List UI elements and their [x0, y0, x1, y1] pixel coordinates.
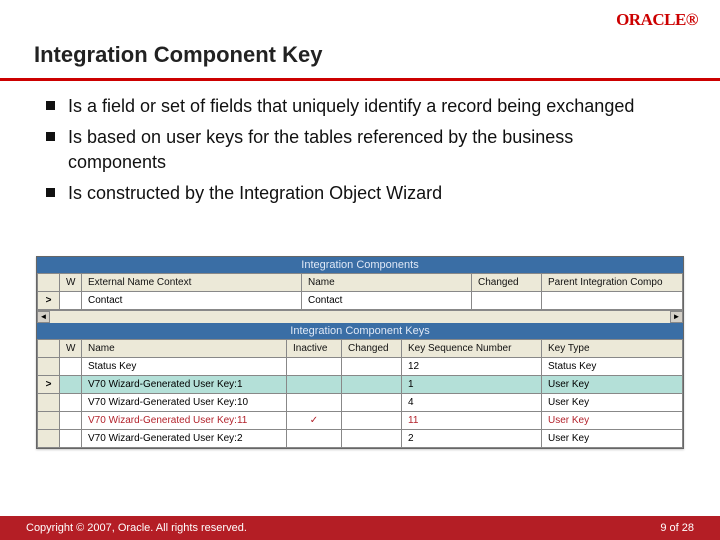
row-selector: >: [38, 376, 60, 394]
screenshot-panel: Integration Components W External Name C…: [36, 256, 684, 449]
cell-w: [60, 292, 82, 310]
bullet-item: Is based on user keys for the tables ref…: [46, 125, 666, 174]
bullet-list: Is a field or set of fields that uniquel…: [46, 94, 666, 212]
cell-inactive: [287, 430, 342, 448]
cell-key-seq: 11: [402, 412, 542, 430]
col-w: W: [60, 274, 82, 292]
col-selector: [38, 340, 60, 358]
scroll-left-icon[interactable]: ◄: [37, 311, 50, 323]
bullet-item: Is a field or set of fields that uniquel…: [46, 94, 666, 118]
col-external-name: External Name Context: [82, 274, 302, 292]
oracle-logo: ORACLE®: [616, 10, 698, 30]
copyright-text: Copyright © 2007, Oracle. All rights res…: [26, 522, 247, 534]
row-selector: [38, 412, 60, 430]
cell-w: [60, 376, 82, 394]
cell-name: V70 Wizard-Generated User Key:10: [82, 394, 287, 412]
cell-changed: [342, 430, 402, 448]
slide-title: Integration Component Key: [34, 42, 322, 68]
col-inactive: Inactive: [287, 340, 342, 358]
integration-component-keys-table: W Name Inactive Changed Key Sequence Num…: [37, 339, 683, 448]
cell-key-type: User Key: [542, 412, 683, 430]
cell-key-type: User Key: [542, 394, 683, 412]
row-selector: [38, 394, 60, 412]
cell-name: V70 Wizard-Generated User Key:1: [82, 376, 287, 394]
cell-key-seq: 4: [402, 394, 542, 412]
cell-name: Contact: [302, 292, 472, 310]
col-changed: Changed: [472, 274, 542, 292]
col-name: Name: [302, 274, 472, 292]
page-number: 9 of 28: [660, 522, 694, 534]
col-name: Name: [82, 340, 287, 358]
cell-w: [60, 430, 82, 448]
table-row[interactable]: Status Key12Status Key: [38, 358, 683, 376]
cell-key-seq: 12: [402, 358, 542, 376]
cell-inactive: [287, 394, 342, 412]
slide-footer: Copyright © 2007, Oracle. All rights res…: [0, 516, 720, 540]
table-row[interactable]: V70 Wizard-Generated User Key:2 2User Key: [38, 430, 683, 448]
cell-changed: [342, 412, 402, 430]
bullet-item: Is constructed by the Integration Object…: [46, 181, 666, 205]
row-selector: [38, 430, 60, 448]
cell-inactive: [287, 376, 342, 394]
cell-external-name: Contact: [82, 292, 302, 310]
title-divider: [0, 78, 720, 81]
cell-key-type: User Key: [542, 430, 683, 448]
row-selector[interactable]: >: [38, 292, 60, 310]
col-changed: Changed: [342, 340, 402, 358]
cell-key-type: Status Key: [542, 358, 683, 376]
cell-inactive: ✓: [287, 412, 342, 430]
cell-changed: [342, 376, 402, 394]
table-row[interactable]: > V70 Wizard-Generated User Key:1 1User Ke…: [38, 376, 683, 394]
col-selector: [38, 274, 60, 292]
col-key-type: Key Type: [542, 340, 683, 358]
row-selector: [38, 358, 60, 376]
cell-name: V70 Wizard-Generated User Key:11: [82, 412, 287, 430]
cell-name: V70 Wizard-Generated User Key:2: [82, 430, 287, 448]
cell-w: [60, 394, 82, 412]
table-row[interactable]: V70 Wizard-Generated User Key:11✓ 11User …: [38, 412, 683, 430]
cell-name: Status Key: [82, 358, 287, 376]
cell-changed: [342, 358, 402, 376]
integration-components-table: W External Name Context Name Changed Par…: [37, 273, 683, 310]
table-row[interactable]: V70 Wizard-Generated User Key:10 4User Ke…: [38, 394, 683, 412]
cell-parent: [542, 292, 683, 310]
horizontal-scrollbar[interactable]: ◄ ►: [37, 310, 683, 323]
col-key-seq: Key Sequence Number: [402, 340, 542, 358]
cell-key-type: User Key: [542, 376, 683, 394]
cell-w: [60, 412, 82, 430]
cell-key-seq: 2: [402, 430, 542, 448]
cell-key-seq: 1: [402, 376, 542, 394]
cell-w: [60, 358, 82, 376]
panel-title-1: Integration Components: [37, 257, 683, 273]
scroll-right-icon[interactable]: ►: [670, 311, 683, 323]
cell-inactive: [287, 358, 342, 376]
col-parent: Parent Integration Compo: [542, 274, 683, 292]
col-w: W: [60, 340, 82, 358]
table-row[interactable]: > Contact Contact: [38, 292, 683, 310]
panel-title-2: Integration Component Keys: [37, 323, 683, 339]
cell-changed: [472, 292, 542, 310]
cell-changed: [342, 394, 402, 412]
